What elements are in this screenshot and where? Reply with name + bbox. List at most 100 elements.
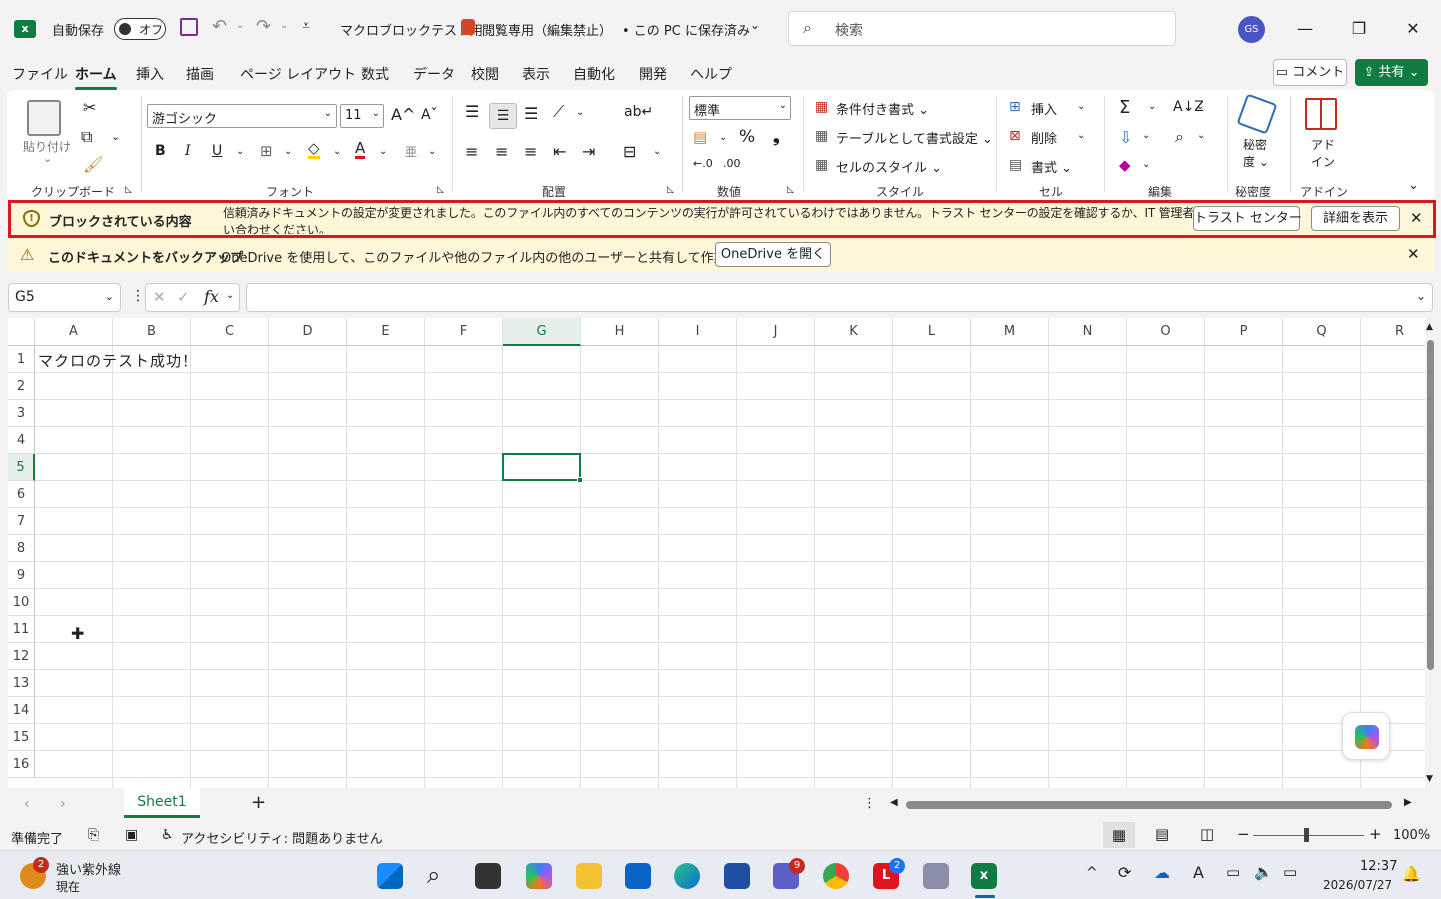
clear-dropdown-icon[interactable]: ⌄ <box>1142 159 1150 170</box>
fill-icon[interactable]: ⇩ <box>1119 128 1132 147</box>
battery-icon[interactable]: ▭ <box>1283 863 1297 881</box>
tab-help[interactable]: ヘルプ <box>690 64 732 84</box>
align-center-icon[interactable]: ≡ <box>495 142 508 161</box>
trust-center-button[interactable]: トラスト センター <box>1193 206 1302 231</box>
phonetic-icon[interactable]: 亜 <box>405 143 417 160</box>
tab-insert[interactable]: 挿入 <box>136 64 164 84</box>
row-header-8[interactable]: 8 <box>8 535 35 562</box>
row-header-11[interactable]: 11 <box>8 616 35 643</box>
column-header-k[interactable]: K <box>815 318 893 346</box>
share-button[interactable]: ⇪ 共有 ⌄ <box>1355 59 1428 86</box>
weather-title[interactable]: 強い紫外線 <box>56 859 121 878</box>
increase-font-icon[interactable]: A^ <box>391 105 415 124</box>
add-ins-icon[interactable] <box>1305 98 1337 130</box>
fill-dropdown-icon[interactable]: ⌄ <box>1142 130 1150 141</box>
delete-cells-icon[interactable]: ⊠ <box>1009 128 1021 144</box>
cancel-icon[interactable]: ✕ <box>153 288 166 306</box>
column-header-r[interactable]: R <box>1361 318 1425 346</box>
sensitivity-label[interactable]: 秘密 <box>1243 136 1267 153</box>
redo-icon[interactable]: ↷ <box>256 16 271 37</box>
vertical-scrollbar[interactable]: ▲ ▼ <box>1425 322 1436 788</box>
chevron-down-icon[interactable]: ⌄ <box>226 290 234 301</box>
align-bottom-icon[interactable]: ☰ <box>524 104 538 123</box>
conditional-format-button[interactable]: 条件付き書式 ⌄ <box>836 99 929 118</box>
undo-dropdown-icon[interactable]: ⌄ <box>236 20 244 31</box>
ime-icon[interactable]: A <box>1193 863 1204 882</box>
start-icon[interactable] <box>377 863 403 889</box>
fill-handle[interactable] <box>577 477 583 483</box>
phonetic-dropdown-icon[interactable]: ⌄ <box>428 146 436 157</box>
merge-dropdown-icon[interactable]: ⌄ <box>653 146 661 157</box>
tab-review[interactable]: 校閲 <box>471 64 499 84</box>
task-view-icon[interactable] <box>475 863 501 889</box>
increase-indent-icon[interactable]: ⇥ <box>582 142 595 161</box>
decrease-indent-icon[interactable]: ⇤ <box>553 142 566 161</box>
chevron-down-icon[interactable]: ⌄ <box>750 18 760 32</box>
sync-icon[interactable]: ⟳ <box>1118 863 1131 882</box>
autosum-icon[interactable]: Σ <box>1119 97 1130 118</box>
bold-icon[interactable]: B <box>155 143 166 159</box>
conditional-format-icon[interactable]: ▦ <box>815 99 828 115</box>
page-break-view-icon[interactable]: ◫ <box>1200 825 1214 843</box>
borders-icon[interactable]: ⊞ <box>260 142 273 160</box>
font-size-select[interactable]: 11 ⌄ <box>340 104 384 128</box>
accounting-format-icon[interactable]: ▤ <box>693 128 707 146</box>
row-header-9[interactable]: 9 <box>8 562 35 589</box>
restore-icon[interactable]: ❐ <box>1344 14 1374 44</box>
align-middle-icon[interactable]: ☰ <box>489 103 517 129</box>
wrap-text-icon[interactable]: ab↵ <box>624 104 653 120</box>
chevron-up-icon[interactable]: ^ <box>1086 865 1098 881</box>
find-select-icon[interactable]: ⌕ <box>1175 127 1184 147</box>
edge-icon[interactable] <box>674 863 700 889</box>
notification-icon[interactable]: 🔔 <box>1402 865 1421 883</box>
column-header-j[interactable]: J <box>737 318 815 346</box>
row-header-14[interactable]: 14 <box>8 697 35 724</box>
format-painter-icon[interactable]: 🖌 <box>83 155 103 174</box>
column-header-g[interactable]: G <box>503 318 581 346</box>
clock-date[interactable]: 2026/07/27 <box>1323 878 1392 892</box>
font-name-select[interactable]: 游ゴシック ⌄ <box>147 104 337 128</box>
autosave-toggle[interactable]: オフ <box>114 18 166 40</box>
chrome-icon[interactable] <box>823 863 849 889</box>
underline-icon[interactable]: U <box>212 143 222 159</box>
cut-icon[interactable]: ✂ <box>83 98 96 117</box>
customize-quick-access-icon[interactable]: ⩡ <box>302 18 310 34</box>
add-ins-label[interactable]: アド <box>1311 136 1335 153</box>
decrease-decimal-icon[interactable]: .00 <box>723 157 741 170</box>
row-header-12[interactable]: 12 <box>8 643 35 670</box>
insert-cells-icon[interactable]: ⊞ <box>1009 99 1021 115</box>
horizontal-scroll-thumb[interactable] <box>906 801 1392 809</box>
accessibility-status[interactable]: アクセシビリティ: 問題ありません <box>181 828 383 847</box>
paste-icon[interactable] <box>27 100 61 136</box>
clear-icon[interactable]: ◆ <box>1119 156 1131 174</box>
redo-dropdown-icon[interactable]: ⌄ <box>280 20 288 31</box>
decrease-font-icon[interactable]: Aˇ <box>421 107 438 123</box>
row-header-2[interactable]: 2 <box>8 373 35 400</box>
scroll-right-icon[interactable]: ▶ <box>1404 797 1412 808</box>
cell-styles-icon[interactable]: ▦ <box>815 157 828 173</box>
orientation-dropdown-icon[interactable]: ⌄ <box>576 107 584 118</box>
column-header-i[interactable]: I <box>659 318 737 346</box>
format-cells-icon[interactable]: ▤ <box>1009 157 1022 173</box>
scroll-left-icon[interactable]: ◀ <box>890 797 898 808</box>
column-header-f[interactable]: F <box>425 318 503 346</box>
row-header-1[interactable]: 1 <box>8 346 35 373</box>
zoom-in-icon[interactable]: + <box>1369 825 1382 843</box>
tab-home[interactable]: ホーム <box>75 64 117 90</box>
dialog-launcher-icon[interactable]: ◺ <box>437 185 444 195</box>
format-as-table-button[interactable]: テーブルとして書式設定 ⌄ <box>836 128 993 147</box>
column-header-h[interactable]: H <box>581 318 659 346</box>
increase-decimal-icon[interactable]: ←.0 <box>693 157 713 170</box>
network-icon[interactable]: ▭ <box>1226 863 1240 881</box>
column-header-a[interactable]: A <box>35 318 113 346</box>
add-ins-label-2[interactable]: イン <box>1311 153 1335 170</box>
onedrive-icon[interactable]: ☁ <box>1154 863 1170 882</box>
snipping-tool-icon[interactable] <box>923 863 949 889</box>
selected-cell[interactable] <box>502 453 583 483</box>
dialog-launcher-icon[interactable]: ◺ <box>787 185 794 195</box>
spreadsheet-grid[interactable]: A B C D E F G H I J K L M N O P Q R 1 2 3 4 5 6 7 8 9 10 11 12 13 14 15 1… <box>8 318 1425 788</box>
fill-color-icon[interactable]: ◇ <box>308 141 320 159</box>
comment-button[interactable]: ▭ コメント <box>1273 59 1347 86</box>
dialog-launcher-icon[interactable]: ◺ <box>125 185 132 195</box>
expand-formula-icon[interactable]: ⌄ <box>1416 289 1426 303</box>
